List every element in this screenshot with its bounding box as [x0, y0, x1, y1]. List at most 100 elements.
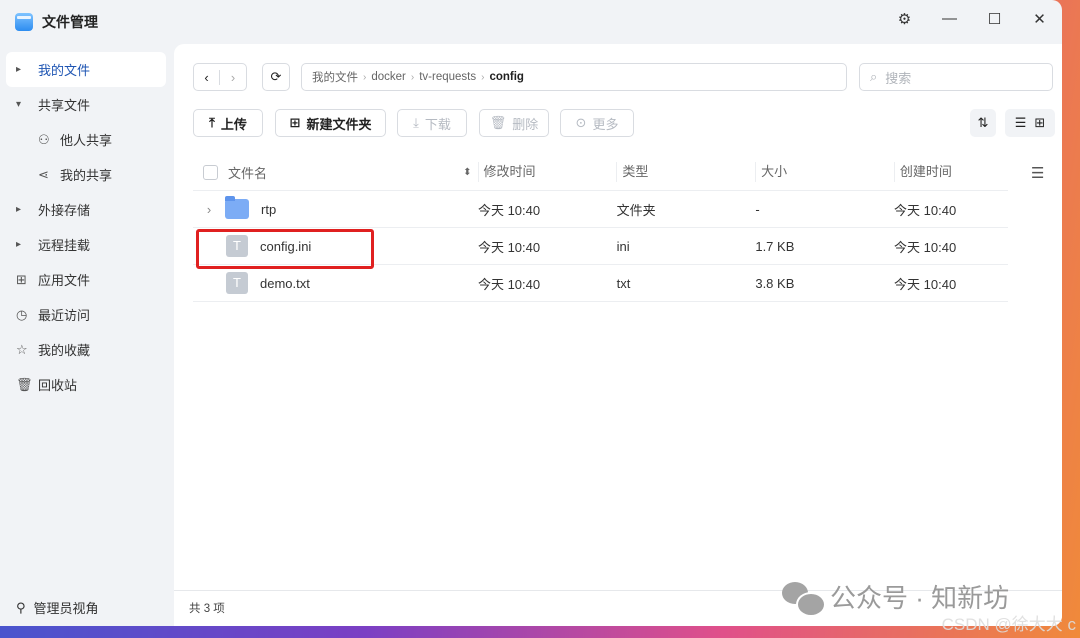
- text-file-icon: T: [226, 272, 248, 294]
- modified: 今天 10:40: [477, 202, 541, 218]
- column-settings-icon[interactable]: ☰: [1031, 164, 1044, 182]
- sidebar-item-shared-files[interactable]: ▾ 共享文件: [6, 87, 166, 122]
- breadcrumb-item[interactable]: docker: [371, 71, 406, 83]
- apps-icon: ⊞: [16, 271, 27, 287]
- caret-right-icon: ▸: [16, 204, 22, 215]
- search-placeholder: 搜索: [885, 70, 912, 86]
- sidebar-item-remote-mount[interactable]: ▸ 远程挂载: [6, 227, 166, 262]
- label: 应用文件: [38, 273, 91, 288]
- clock-icon: ◷: [16, 306, 28, 322]
- label: 我的收藏: [38, 343, 91, 358]
- trash-icon: 🗑: [16, 376, 33, 392]
- sidebar-item-trash[interactable]: 🗑 回收站: [6, 367, 166, 402]
- breadcrumb-item[interactable]: tv-requests: [419, 71, 476, 83]
- nav-buttons: ‹ ›: [193, 63, 247, 91]
- header-created[interactable]: 创建时间: [893, 162, 1008, 182]
- sidebar: ▸ 我的文件 ▾ 共享文件 ⚇ 他人共享 ⋖ 我的共享 ▸ 外接存储 ▸ 远程挂载 ⊞ 应用文…: [6, 52, 166, 402]
- type: 文件夹: [616, 202, 656, 218]
- item-count: 共 3 项: [189, 603, 225, 615]
- select-all-checkbox[interactable]: [203, 164, 218, 180]
- caret-down-icon: ▾: [16, 99, 22, 110]
- main-panel: ‹ › ⟳ 我的文件 › docker › tv-requests › config ⌕…: [174, 44, 1062, 590]
- table-header: 文件名 ⬍ 修改时间 类型 大小 创建时间: [193, 154, 1008, 191]
- close-button[interactable]: ✕: [1017, 10, 1062, 28]
- header-size[interactable]: 大小: [755, 162, 894, 182]
- upload-button[interactable]: ⤒ 上传: [193, 109, 263, 137]
- minimize-button[interactable]: —: [927, 10, 972, 28]
- created: 今天 10:40: [894, 239, 957, 255]
- share-icon: ⋖: [38, 166, 49, 182]
- size: 1.7 KB: [755, 238, 795, 254]
- file-manager-window: 文件管理 ⚙ — ☐ ✕ ▸ 我的文件 ▾ 共享文件 ⚇ 他人共享 ⋖ 我的共享 ▸ 外接…: [0, 0, 1062, 626]
- csdn-watermark: CSDN @徐大大 c: [941, 615, 1076, 634]
- sidebar-item-favorites[interactable]: ☆ 我的收藏: [6, 332, 166, 367]
- trash-icon: 🗑: [489, 115, 507, 130]
- modified: 今天 10:40: [477, 239, 541, 255]
- table-row[interactable]: › rtp 今天 10:40 文件夹 - 今天 10:40: [193, 191, 1008, 228]
- modified: 今天 10:40: [477, 276, 541, 292]
- highlight-annotation: [196, 229, 374, 269]
- label: 我的文件: [38, 63, 91, 78]
- label: 删除: [512, 116, 539, 132]
- forward-button[interactable]: ›: [220, 70, 246, 85]
- grid-view-icon[interactable]: ⊞: [1034, 115, 1045, 131]
- title-bar: 文件管理 ⚙ — ☐ ✕: [0, 0, 1062, 44]
- expand-icon[interactable]: ›: [193, 202, 225, 217]
- caret-right-icon: ▸: [16, 64, 22, 75]
- table-row[interactable]: Tdemo.txt 今天 10:40 txt 3.8 KB 今天 10:40: [193, 265, 1008, 302]
- folder-icon: [225, 196, 249, 219]
- created: 今天 10:40: [894, 276, 957, 292]
- label: 更多: [592, 116, 619, 132]
- sidebar-item-my-shares[interactable]: ⋖ 我的共享: [6, 157, 166, 192]
- download-icon: ⤓: [413, 115, 419, 130]
- label: 最近访问: [38, 308, 91, 323]
- new-folder-button[interactable]: ⊞ 新建文件夹: [275, 109, 386, 137]
- label: 上传: [220, 116, 247, 132]
- back-button[interactable]: ‹: [194, 69, 220, 85]
- sidebar-item-external-storage[interactable]: ▸ 外接存储: [6, 192, 166, 227]
- breadcrumb: 我的文件 › docker › tv-requests › config: [301, 63, 847, 91]
- type: txt: [616, 275, 631, 291]
- settings-icon[interactable]: ⚙: [882, 10, 927, 28]
- label: 新建文件夹: [306, 116, 372, 132]
- label: 回收站: [38, 378, 78, 393]
- user-icon: ⚲: [16, 599, 26, 615]
- app-icon: [15, 13, 33, 31]
- file-name: rtp: [261, 201, 277, 217]
- caret-right-icon: ▸: [16, 239, 22, 250]
- header-type[interactable]: 类型: [616, 162, 755, 182]
- more-icon: ⊙: [575, 115, 587, 130]
- admin-label: 管理员视角: [33, 601, 99, 616]
- label: 他人共享: [60, 133, 113, 148]
- sidebar-item-recent[interactable]: ◷ 最近访问: [6, 297, 166, 332]
- more-button[interactable]: ⊙ 更多: [560, 109, 634, 137]
- size: 3.8 KB: [755, 275, 795, 291]
- breadcrumb-current: config: [489, 71, 524, 83]
- download-button[interactable]: ⤓ 下载: [397, 109, 467, 137]
- header-modified[interactable]: 修改时间: [477, 162, 617, 182]
- maximize-button[interactable]: ☐: [972, 10, 1017, 28]
- type: ini: [616, 238, 630, 254]
- app-title: 文件管理: [42, 14, 98, 30]
- refresh-button[interactable]: ⟳: [262, 63, 290, 91]
- sidebar-item-shared-with-me[interactable]: ⚇ 他人共享: [6, 122, 166, 157]
- header-name[interactable]: 文件名: [228, 163, 463, 182]
- list-view-icon[interactable]: ☰: [1015, 115, 1027, 131]
- sidebar-item-my-files[interactable]: ▸ 我的文件: [6, 52, 166, 87]
- sidebar-item-app-files[interactable]: ⊞ 应用文件: [6, 262, 166, 297]
- users-icon: ⚇: [38, 131, 50, 147]
- view-toggle: ☰ ⊞: [1005, 109, 1055, 137]
- search-icon: ⌕: [870, 69, 878, 84]
- breadcrumb-item[interactable]: 我的文件: [312, 69, 358, 85]
- search-input[interactable]: ⌕ 搜索: [859, 63, 1053, 91]
- sort-icon[interactable]: ⬍: [463, 167, 471, 178]
- sort-button[interactable]: ⇅: [970, 109, 996, 137]
- delete-button[interactable]: 🗑 删除: [479, 109, 549, 137]
- admin-view-toggle[interactable]: ⚲ 管理员视角: [16, 598, 99, 617]
- label: 我的共享: [60, 168, 113, 183]
- label: 共享文件: [38, 98, 91, 113]
- folder-plus-icon: ⊞: [289, 115, 301, 130]
- created: 今天 10:40: [894, 202, 957, 218]
- label: 远程挂载: [38, 238, 91, 253]
- label: 外接存储: [38, 203, 91, 218]
